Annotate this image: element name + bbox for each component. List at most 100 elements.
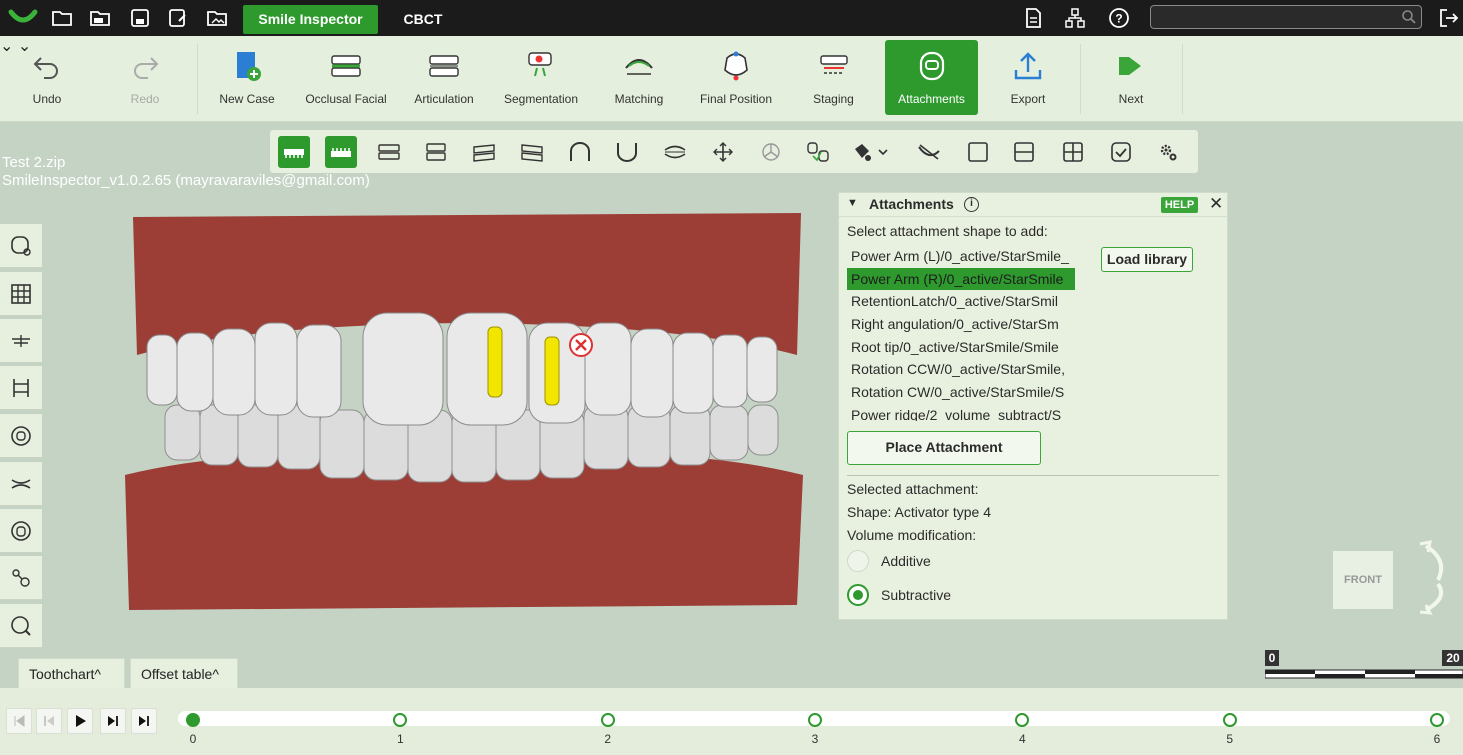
subtractive-radio[interactable] [847, 584, 869, 606]
layout-split-button[interactable] [1008, 136, 1040, 168]
logout-icon[interactable] [1438, 7, 1460, 29]
document-icon[interactable] [1022, 7, 1044, 29]
expand-chevron-icon: ^ [94, 666, 101, 682]
save-as-icon[interactable] [167, 7, 189, 29]
list-item[interactable]: Power Arm (L)/0_active/StarSmile_ [847, 245, 1075, 268]
load-library-button[interactable]: Load library [1101, 247, 1193, 272]
play-button[interactable] [67, 708, 93, 734]
search-input[interactable] [1150, 5, 1422, 29]
tooth-select-icon [807, 142, 829, 162]
shape-list[interactable]: Power Arm (L)/0_active/StarSmile_ Power … [847, 245, 1087, 421]
attachments-button[interactable]: Attachments [885, 40, 978, 115]
additive-radio[interactable] [847, 550, 869, 572]
articulation-button[interactable]: Articulation [405, 36, 483, 122]
network-icon[interactable] [1064, 7, 1086, 29]
sidebar-tool-measure[interactable] [0, 556, 42, 600]
view-bottom-button[interactable] [611, 136, 643, 168]
view-top-button[interactable] [564, 136, 596, 168]
redo-icon [134, 57, 159, 79]
file-name: Test 2.zip [2, 154, 66, 171]
sidebar-tool-search-tooth[interactable] [0, 604, 42, 648]
stage-marker[interactable] [186, 713, 200, 727]
place-attachment-button[interactable]: Place Attachment [847, 431, 1041, 465]
tab-cbct[interactable]: CBCT [392, 5, 454, 34]
undo-button[interactable]: Undo [12, 36, 82, 122]
sidebar-tool-crop[interactable] [0, 366, 42, 410]
sidebar-tool-tooth-info[interactable] [0, 224, 42, 268]
open-cbct-icon[interactable] [89, 7, 111, 29]
remove-attachment-icon[interactable] [569, 333, 593, 357]
open-folder-icon[interactable] [51, 7, 73, 29]
confirm-button[interactable] [1105, 136, 1137, 168]
rotate-view-icon[interactable] [1418, 540, 1452, 615]
skip-end-icon [139, 716, 149, 726]
help-button[interactable]: HELP [1161, 197, 1198, 213]
folder-image-icon[interactable] [206, 7, 228, 29]
sidebar-tool-occlusion[interactable] [0, 319, 42, 363]
tooth-select-button[interactable] [802, 136, 834, 168]
explode-button[interactable] [707, 136, 739, 168]
next-button[interactable]: Next [1095, 36, 1167, 122]
new-case-button[interactable]: New Case [212, 36, 282, 122]
view-back-button[interactable] [420, 136, 452, 168]
sidebar-tool-grid[interactable] [0, 272, 42, 316]
final-position-button[interactable]: Final Position [690, 36, 782, 122]
previous-stage-button[interactable] [36, 708, 62, 734]
occlusal-facial-button[interactable]: Occlusal Facial [300, 36, 392, 122]
crop-tooth-icon [13, 378, 29, 397]
matching-icon [625, 59, 653, 75]
help-circle-icon[interactable]: ? [1108, 7, 1130, 29]
list-item-selected[interactable]: Power Arm (R)/0_active/StarSmile [847, 267, 1075, 291]
axis-button[interactable] [755, 136, 787, 168]
last-stage-button[interactable] [131, 708, 157, 734]
attachment-marker[interactable] [544, 336, 560, 406]
staging-button[interactable]: Staging [796, 36, 871, 122]
stage-timeline: 0 1 2 3 4 5 6 [0, 688, 1463, 755]
save-icon[interactable] [129, 7, 151, 29]
export-button[interactable]: Export [992, 36, 1064, 122]
layout-single-button[interactable] [962, 136, 994, 168]
matching-button[interactable]: Matching [600, 36, 678, 122]
toothchart-tab[interactable]: Toothchart^ [18, 658, 125, 688]
tab-smile-inspector[interactable]: Smile Inspector [243, 5, 378, 34]
sidebar-tool-ipr[interactable] [0, 414, 42, 458]
collapse-chevron-icon[interactable]: ▼ [847, 197, 858, 209]
first-stage-button[interactable] [6, 708, 32, 734]
stage-label: 5 [1226, 732, 1233, 746]
gum-toggle-button[interactable] [913, 136, 945, 168]
sidebar-tool-tooth-rotate[interactable] [0, 509, 42, 553]
view-front-button[interactable] [373, 136, 405, 168]
info-icon[interactable]: i [964, 197, 979, 212]
stage-marker[interactable] [1430, 713, 1444, 727]
list-item[interactable]: Rotation CCW/0_active/StarSmile, [847, 358, 1075, 381]
stage-marker[interactable] [808, 713, 822, 727]
panel-title: Attachments [869, 196, 954, 212]
top-bar: Smile Inspector CBCT ? [0, 0, 1463, 36]
nav-cube-front[interactable]: FRONT [1333, 551, 1393, 609]
attachment-marker[interactable] [487, 326, 503, 398]
offset-table-tab[interactable]: Offset table^ [130, 658, 238, 688]
final-position-icon [724, 51, 748, 81]
teeth-left-icon [473, 144, 495, 162]
list-item[interactable]: Rotation CW/0_active/StarSmile/S [847, 381, 1075, 404]
layout-quad-button[interactable] [1057, 136, 1089, 168]
stage-marker[interactable] [600, 713, 615, 727]
list-item[interactable]: Power ridge/2_volume_subtract/S [847, 404, 1075, 421]
list-item[interactable]: Root tip/0_active/StarSmile/Smile [847, 336, 1075, 359]
occlusal-facial-icon [331, 55, 361, 77]
redo-button[interactable]: Redo [110, 36, 180, 122]
list-item[interactable]: RetentionLatch/0_active/StarSmil [847, 290, 1075, 313]
sidebar-tool-bite[interactable] [0, 462, 42, 506]
list-item[interactable]: Right angulation/0_active/StarSm [847, 313, 1075, 336]
next-stage-button[interactable] [100, 708, 126, 734]
segmentation-button[interactable]: Segmentation [495, 36, 587, 122]
close-icon[interactable]: ✕ [1209, 194, 1223, 214]
stage-marker[interactable] [1222, 713, 1237, 727]
view-occlusal-button[interactable] [659, 136, 691, 168]
settings-button[interactable] [1152, 136, 1184, 168]
color-dropdown-button[interactable] [848, 136, 894, 168]
dental-3d-viewport[interactable] [125, 205, 810, 620]
view-right-button[interactable] [516, 136, 548, 168]
view-left-button[interactable] [468, 136, 500, 168]
app-logo-icon[interactable] [8, 6, 38, 28]
